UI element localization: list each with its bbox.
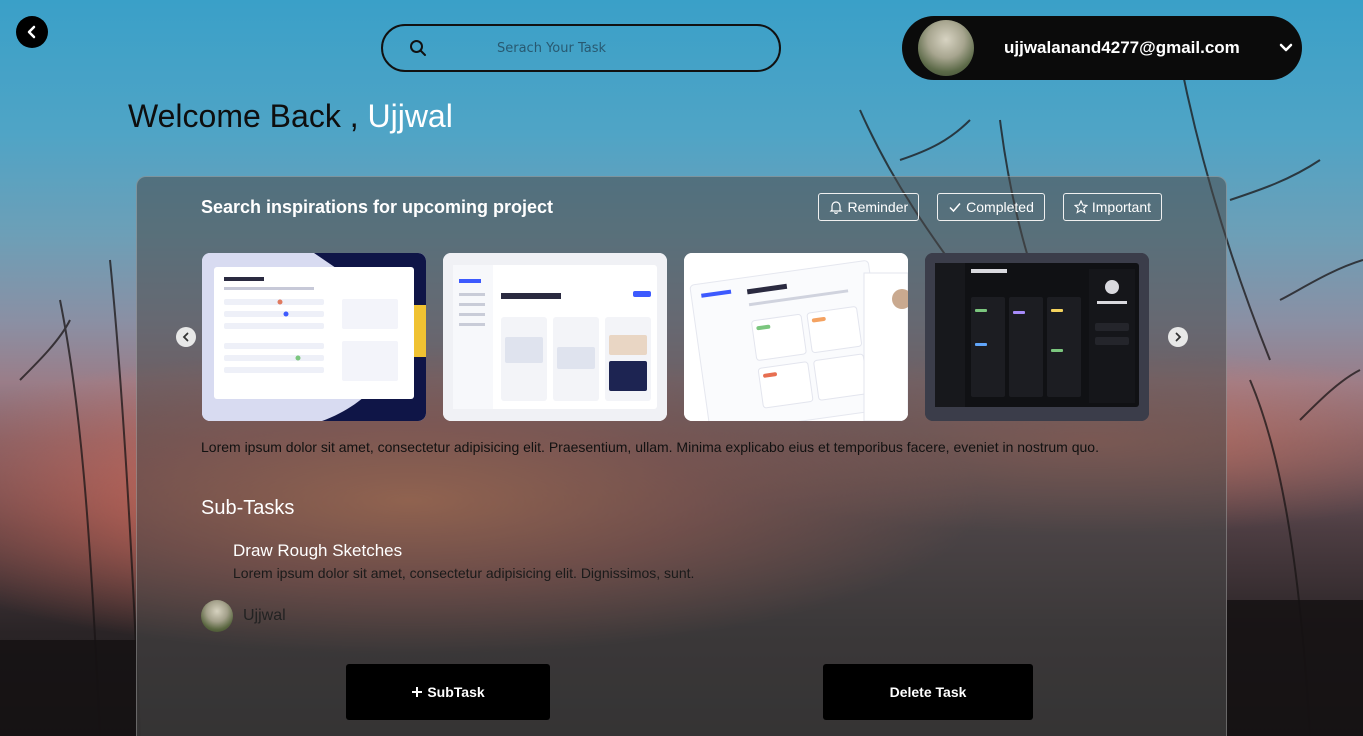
welcome-prefix: Welcome Back ,	[128, 98, 368, 134]
subtask-description: Lorem ipsum dolor sit amet, consectetur …	[233, 565, 695, 581]
add-subtask-button[interactable]: SubTask	[346, 664, 550, 720]
account-menu[interactable]: ujjwalanand4277@gmail.com	[902, 16, 1302, 80]
check-icon	[949, 203, 961, 213]
task-description: Lorem ipsum dolor sit amet, consectetur …	[201, 439, 1099, 455]
add-subtask-label: SubTask	[427, 684, 485, 700]
subtask-title: Draw Rough Sketches	[233, 541, 403, 560]
carousel-next-button[interactable]	[1168, 327, 1188, 347]
assignee: Ujjwal	[201, 600, 286, 632]
inspiration-carousel	[175, 253, 1190, 421]
avatar	[918, 20, 974, 76]
search-bar[interactable]	[381, 24, 781, 72]
subtasks-heading: Sub-Tasks	[201, 497, 295, 519]
tag-label: Important	[1091, 199, 1151, 215]
chevron-right-icon	[1175, 332, 1182, 342]
carousel-prev-button[interactable]	[176, 327, 196, 347]
assignee-name: Ujjwal	[243, 607, 286, 624]
page-title: Welcome Back , Ujjwal	[128, 98, 453, 135]
avatar	[201, 600, 233, 632]
star-icon	[1073, 200, 1088, 214]
chevron-left-icon	[182, 332, 189, 342]
welcome-name: Ujjwal	[367, 98, 453, 134]
inspiration-image-1[interactable]	[202, 253, 426, 421]
inspiration-image-3[interactable]	[684, 253, 908, 421]
delete-task-label: Delete Task	[889, 684, 967, 700]
task-card: Search inspirations for upcoming project…	[136, 176, 1227, 736]
tag-reminder[interactable]: Reminder	[818, 193, 920, 221]
back-button[interactable]	[16, 16, 48, 48]
chevron-down-icon[interactable]	[1276, 38, 1296, 58]
task-tags: Reminder Completed Important	[818, 193, 1162, 221]
search-icon	[409, 38, 429, 58]
tag-label: Completed	[966, 199, 1034, 215]
inspiration-image-4[interactable]	[925, 253, 1149, 421]
account-email: ujjwalanand4277@gmail.com	[1004, 38, 1240, 57]
tag-important[interactable]: Important	[1062, 193, 1162, 221]
bell-icon	[830, 201, 843, 214]
plus-icon	[412, 687, 423, 697]
delete-task-button[interactable]: Delete Task	[823, 664, 1033, 720]
tag-completed[interactable]: Completed	[937, 193, 1045, 221]
task-title: Search inspirations for upcoming project	[201, 197, 554, 217]
search-input[interactable]	[497, 40, 737, 56]
tag-label: Reminder	[847, 199, 909, 215]
back-arrow-icon	[27, 25, 36, 39]
inspiration-image-2[interactable]	[443, 253, 667, 421]
